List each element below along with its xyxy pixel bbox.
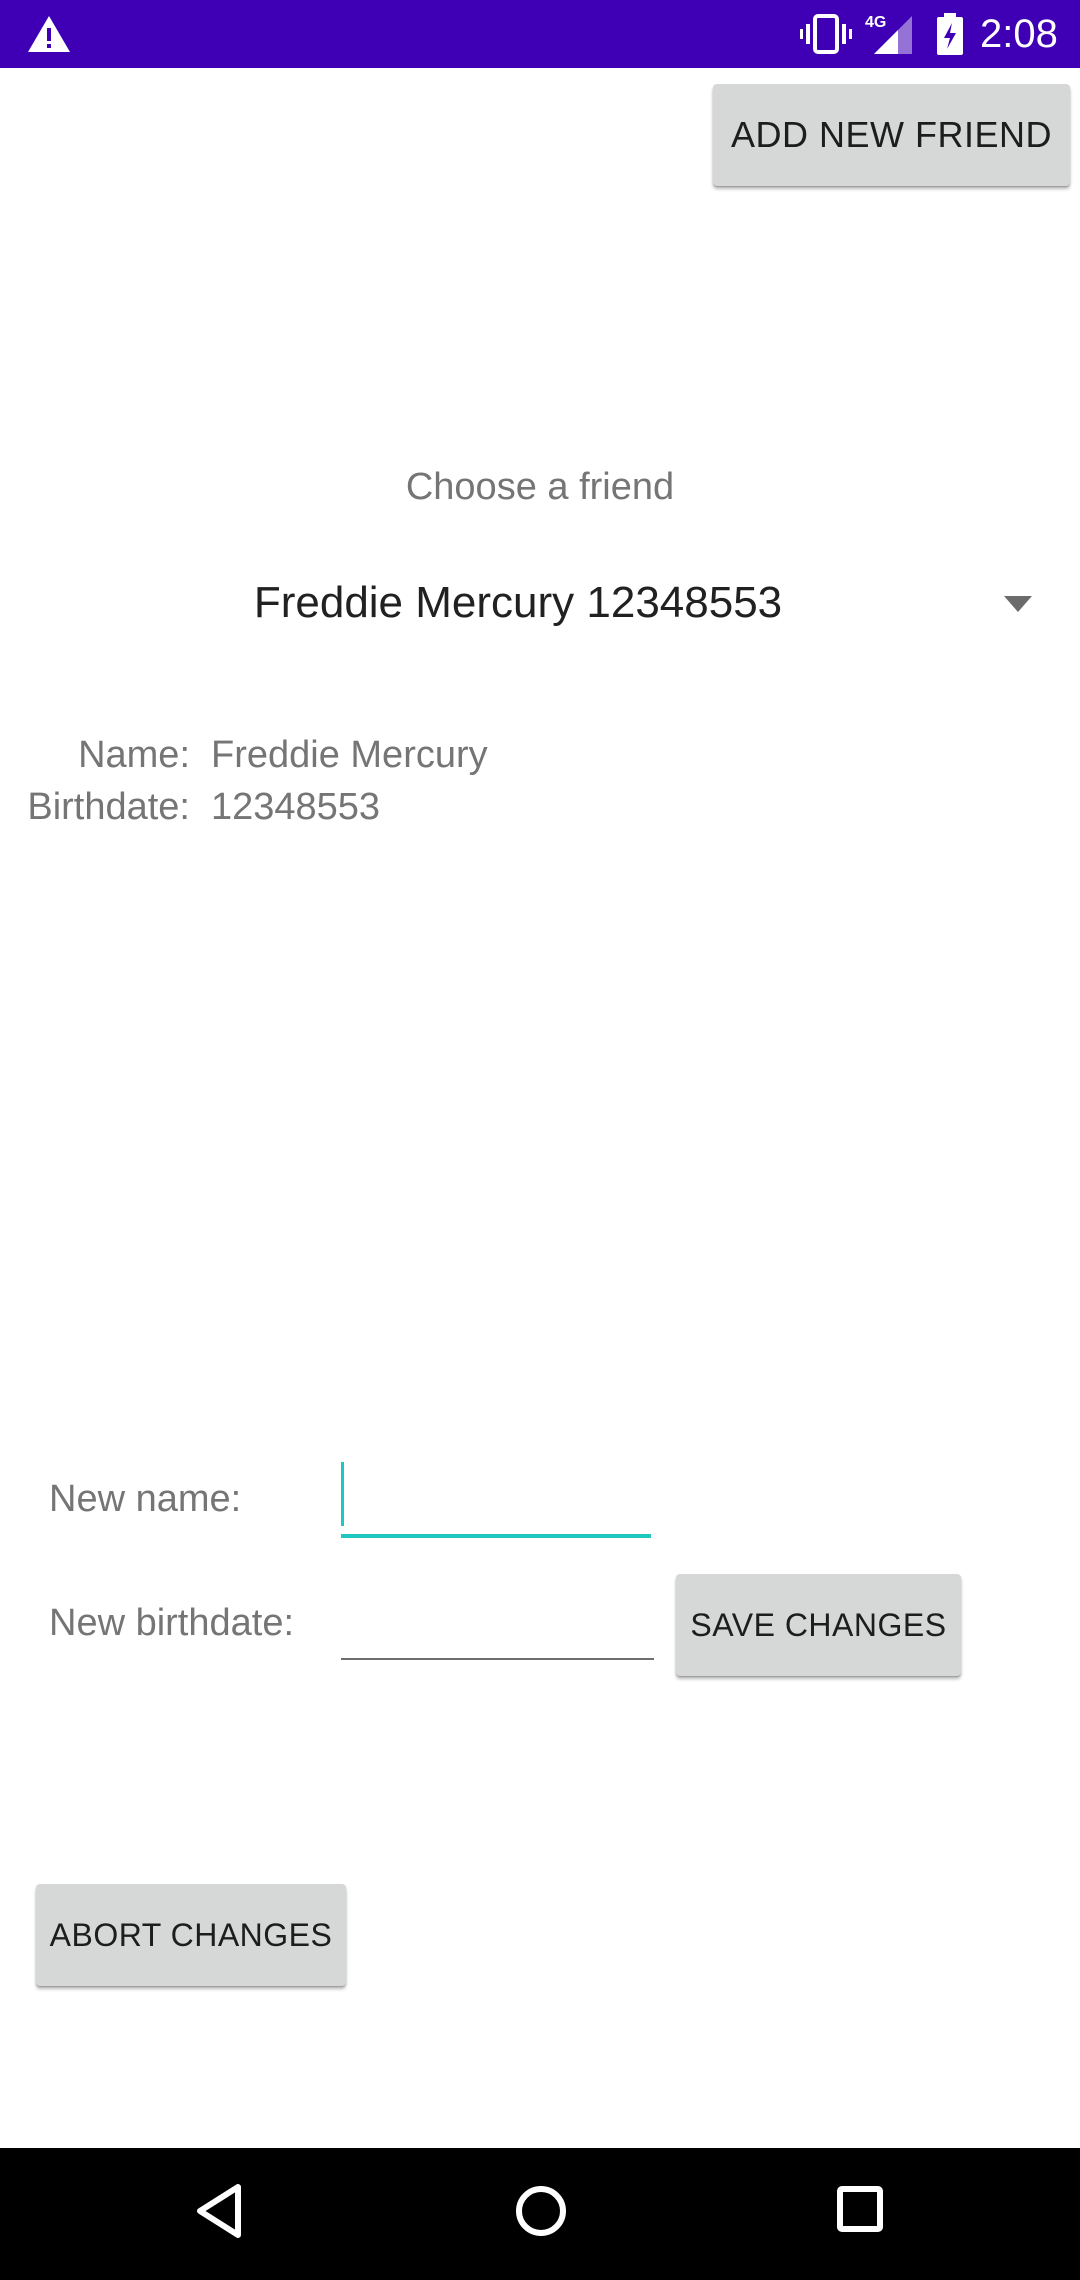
battery-charging-icon xyxy=(935,13,965,62)
selected-friend: Freddie Mercury 12348553 xyxy=(253,578,783,627)
new-birthdate-label: New birthdate: xyxy=(49,1602,295,1644)
home-icon[interactable] xyxy=(514,2184,568,2243)
signal-icon: 4G xyxy=(864,12,914,61)
add-new-friend-button[interactable]: ADD NEW FRIEND xyxy=(713,84,1070,186)
abort-changes-button[interactable]: ABORT CHANGES xyxy=(36,1884,346,1986)
text-cursor xyxy=(341,1462,344,1526)
recent-apps-icon[interactable] xyxy=(836,2184,884,2239)
save-changes-button[interactable]: SAVE CHANGES xyxy=(676,1574,961,1676)
back-icon[interactable] xyxy=(196,2184,242,2243)
status-bar: 4G 2:08 xyxy=(0,0,1080,68)
navigation-bar xyxy=(0,2148,1080,2280)
birthdate-label: Birthdate: xyxy=(27,786,190,828)
name-value: Freddie Mercury xyxy=(211,734,488,776)
choose-friend-label: Choose a friend xyxy=(405,466,675,508)
friend-spinner[interactable]: Freddie Mercury 12348553 xyxy=(0,566,1080,646)
network-type-label: 4G xyxy=(865,14,886,31)
name-label: Name: xyxy=(78,734,190,776)
birthdate-value: 12348553 xyxy=(211,786,381,828)
dropdown-arrow-icon xyxy=(1004,596,1032,617)
new-birthdate-input[interactable] xyxy=(341,1586,654,1660)
new-name-label: New name: xyxy=(49,1478,242,1520)
warning-icon xyxy=(26,14,72,59)
vibrate-icon xyxy=(800,14,852,59)
new-name-input[interactable] xyxy=(341,1462,651,1538)
clock: 2:08 xyxy=(980,12,1058,56)
